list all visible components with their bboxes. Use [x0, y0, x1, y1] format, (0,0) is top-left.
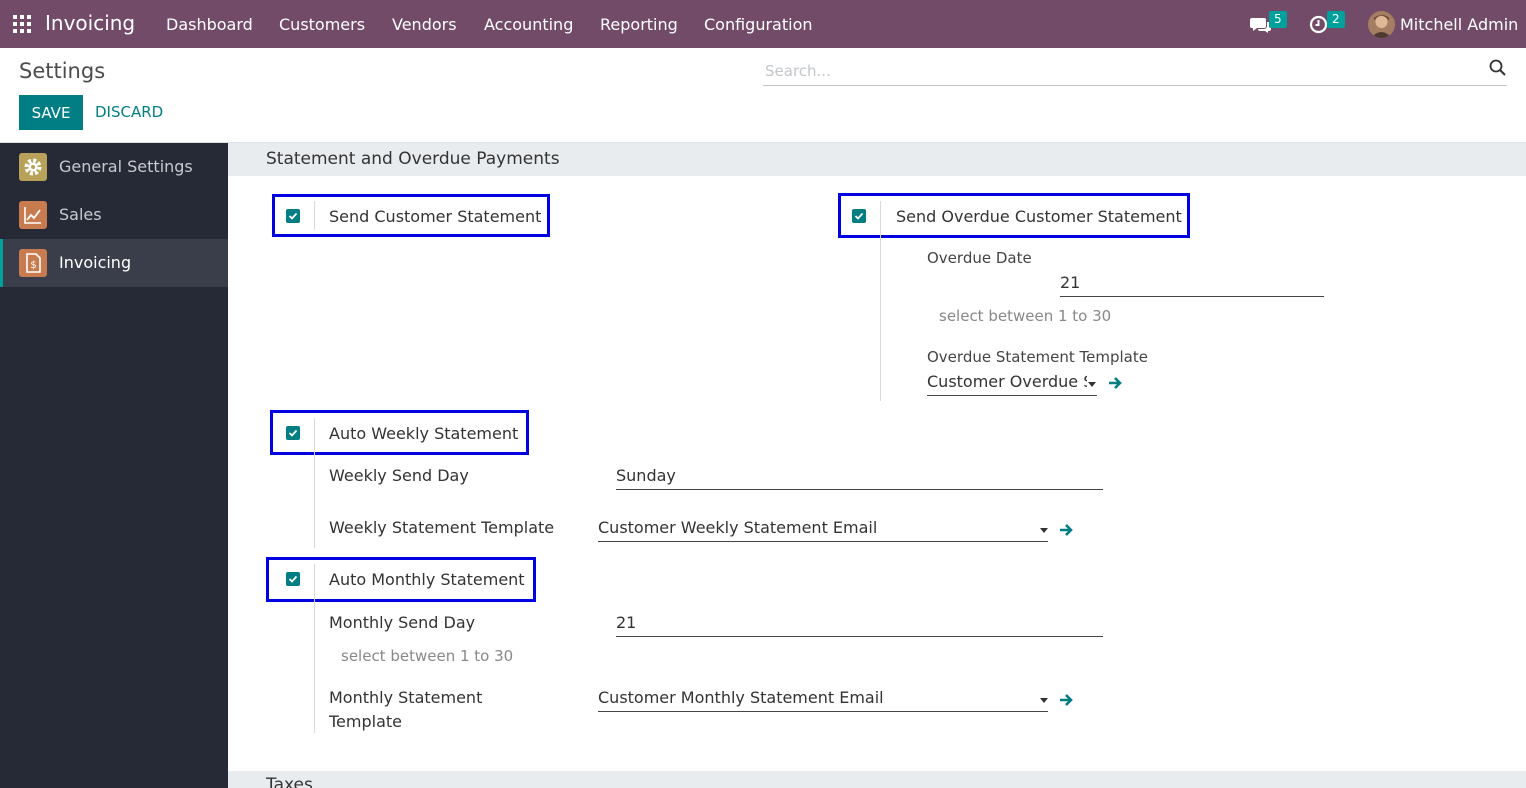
- arrow-right-icon[interactable]: [1107, 375, 1123, 391]
- sidebar-item-label: Invoicing: [59, 253, 132, 272]
- auto-monthly-checkbox[interactable]: [286, 572, 300, 586]
- control-panel: Settings SAVE DISCARD: [0, 48, 1526, 143]
- invoice-icon: $: [19, 249, 47, 277]
- activities-badge: 2: [1327, 11, 1345, 28]
- auto-weekly-label[interactable]: Auto Weekly Statement: [329, 424, 518, 443]
- divider: [314, 201, 315, 230]
- search-icon[interactable]: [1489, 59, 1507, 77]
- overdue-date-label: Overdue Date: [927, 249, 1032, 267]
- gear-icon: [19, 153, 47, 181]
- overdue-date-field[interactable]: 21: [1060, 273, 1324, 297]
- avatar[interactable]: [1368, 11, 1395, 38]
- messages-badge: 5: [1269, 11, 1287, 28]
- save-button[interactable]: SAVE: [19, 95, 83, 130]
- clock-icon[interactable]: [1309, 15, 1328, 38]
- monthly-send-day-label: Monthly Send Day: [329, 613, 476, 632]
- apps-grid-icon[interactable]: [13, 15, 31, 33]
- divider: [314, 418, 315, 548]
- user-name[interactable]: Mitchell Admin: [1400, 15, 1518, 34]
- sidebar-item-label: Sales: [59, 205, 102, 224]
- search-input[interactable]: [765, 59, 1465, 83]
- app-name[interactable]: Invoicing: [45, 11, 135, 35]
- menu-customers[interactable]: Customers: [279, 15, 365, 34]
- chevron-down-icon: [1040, 528, 1048, 533]
- section-title: Statement and Overdue Payments: [266, 149, 560, 169]
- menu-dashboard[interactable]: Dashboard: [166, 15, 253, 34]
- overdue-template-select[interactable]: Customer Overdue Statement Email: [927, 372, 1097, 396]
- weekly-template-label: Weekly Statement Template: [329, 518, 555, 537]
- top-navbar: Invoicing Dashboard Customers Vendors Ac…: [0, 0, 1526, 48]
- settings-content: Statement and Overdue Payments Send Cust…: [228, 143, 1526, 788]
- weekly-send-day-select[interactable]: Sunday: [616, 466, 1103, 490]
- settings-sidebar: General Settings Sales $ Invoicing: [0, 143, 228, 788]
- arrow-right-icon[interactable]: [1058, 522, 1074, 538]
- send-customer-statement-label[interactable]: Send Customer Statement: [329, 207, 541, 226]
- chart-icon: [19, 201, 47, 229]
- monthly-template-label-line2: Template: [329, 712, 403, 731]
- sidebar-item-invoicing[interactable]: $ Invoicing: [0, 239, 228, 287]
- sidebar-item-general-settings[interactable]: General Settings: [0, 143, 228, 191]
- section-title: Taxes: [266, 775, 313, 788]
- divider: [880, 201, 881, 401]
- sidebar-item-sales[interactable]: Sales: [0, 191, 228, 239]
- weekly-send-day-label: Weekly Send Day: [329, 466, 469, 485]
- overdue-template-label: Overdue Statement Template: [927, 348, 1148, 366]
- monthly-template-label-line1: Monthly Statement: [329, 688, 483, 707]
- send-customer-statement-checkbox[interactable]: [286, 209, 300, 223]
- menu-reporting[interactable]: Reporting: [600, 15, 678, 34]
- menu-configuration[interactable]: Configuration: [704, 15, 813, 34]
- weekly-template-select[interactable]: Customer Weekly Statement Email: [598, 518, 1048, 542]
- divider: [314, 564, 315, 733]
- send-overdue-label[interactable]: Send Overdue Customer Statement: [896, 207, 1182, 226]
- menu-accounting[interactable]: Accounting: [484, 15, 573, 34]
- section-header: Taxes: [228, 771, 1526, 788]
- discard-button[interactable]: DISCARD: [95, 103, 163, 121]
- monthly-send-day-help: select between 1 to 30: [341, 647, 514, 665]
- send-overdue-checkbox[interactable]: [852, 209, 866, 223]
- sidebar-item-label: General Settings: [59, 157, 193, 176]
- overdue-date-help: select between 1 to 30: [939, 307, 1112, 325]
- menu-vendors[interactable]: Vendors: [392, 15, 457, 34]
- search-bar: [763, 57, 1507, 86]
- section-header: Statement and Overdue Payments: [228, 143, 1526, 176]
- svg-text:$: $: [30, 260, 36, 271]
- arrow-right-icon[interactable]: [1058, 692, 1074, 708]
- page-title: Settings: [19, 59, 106, 83]
- chevron-down-icon: [1040, 698, 1048, 703]
- monthly-template-select[interactable]: Customer Monthly Statement Email: [598, 688, 1048, 712]
- auto-weekly-checkbox[interactable]: [286, 426, 300, 440]
- monthly-send-day-field[interactable]: 21: [616, 613, 1103, 637]
- auto-monthly-label[interactable]: Auto Monthly Statement: [329, 570, 525, 589]
- chevron-down-icon: [1088, 382, 1096, 387]
